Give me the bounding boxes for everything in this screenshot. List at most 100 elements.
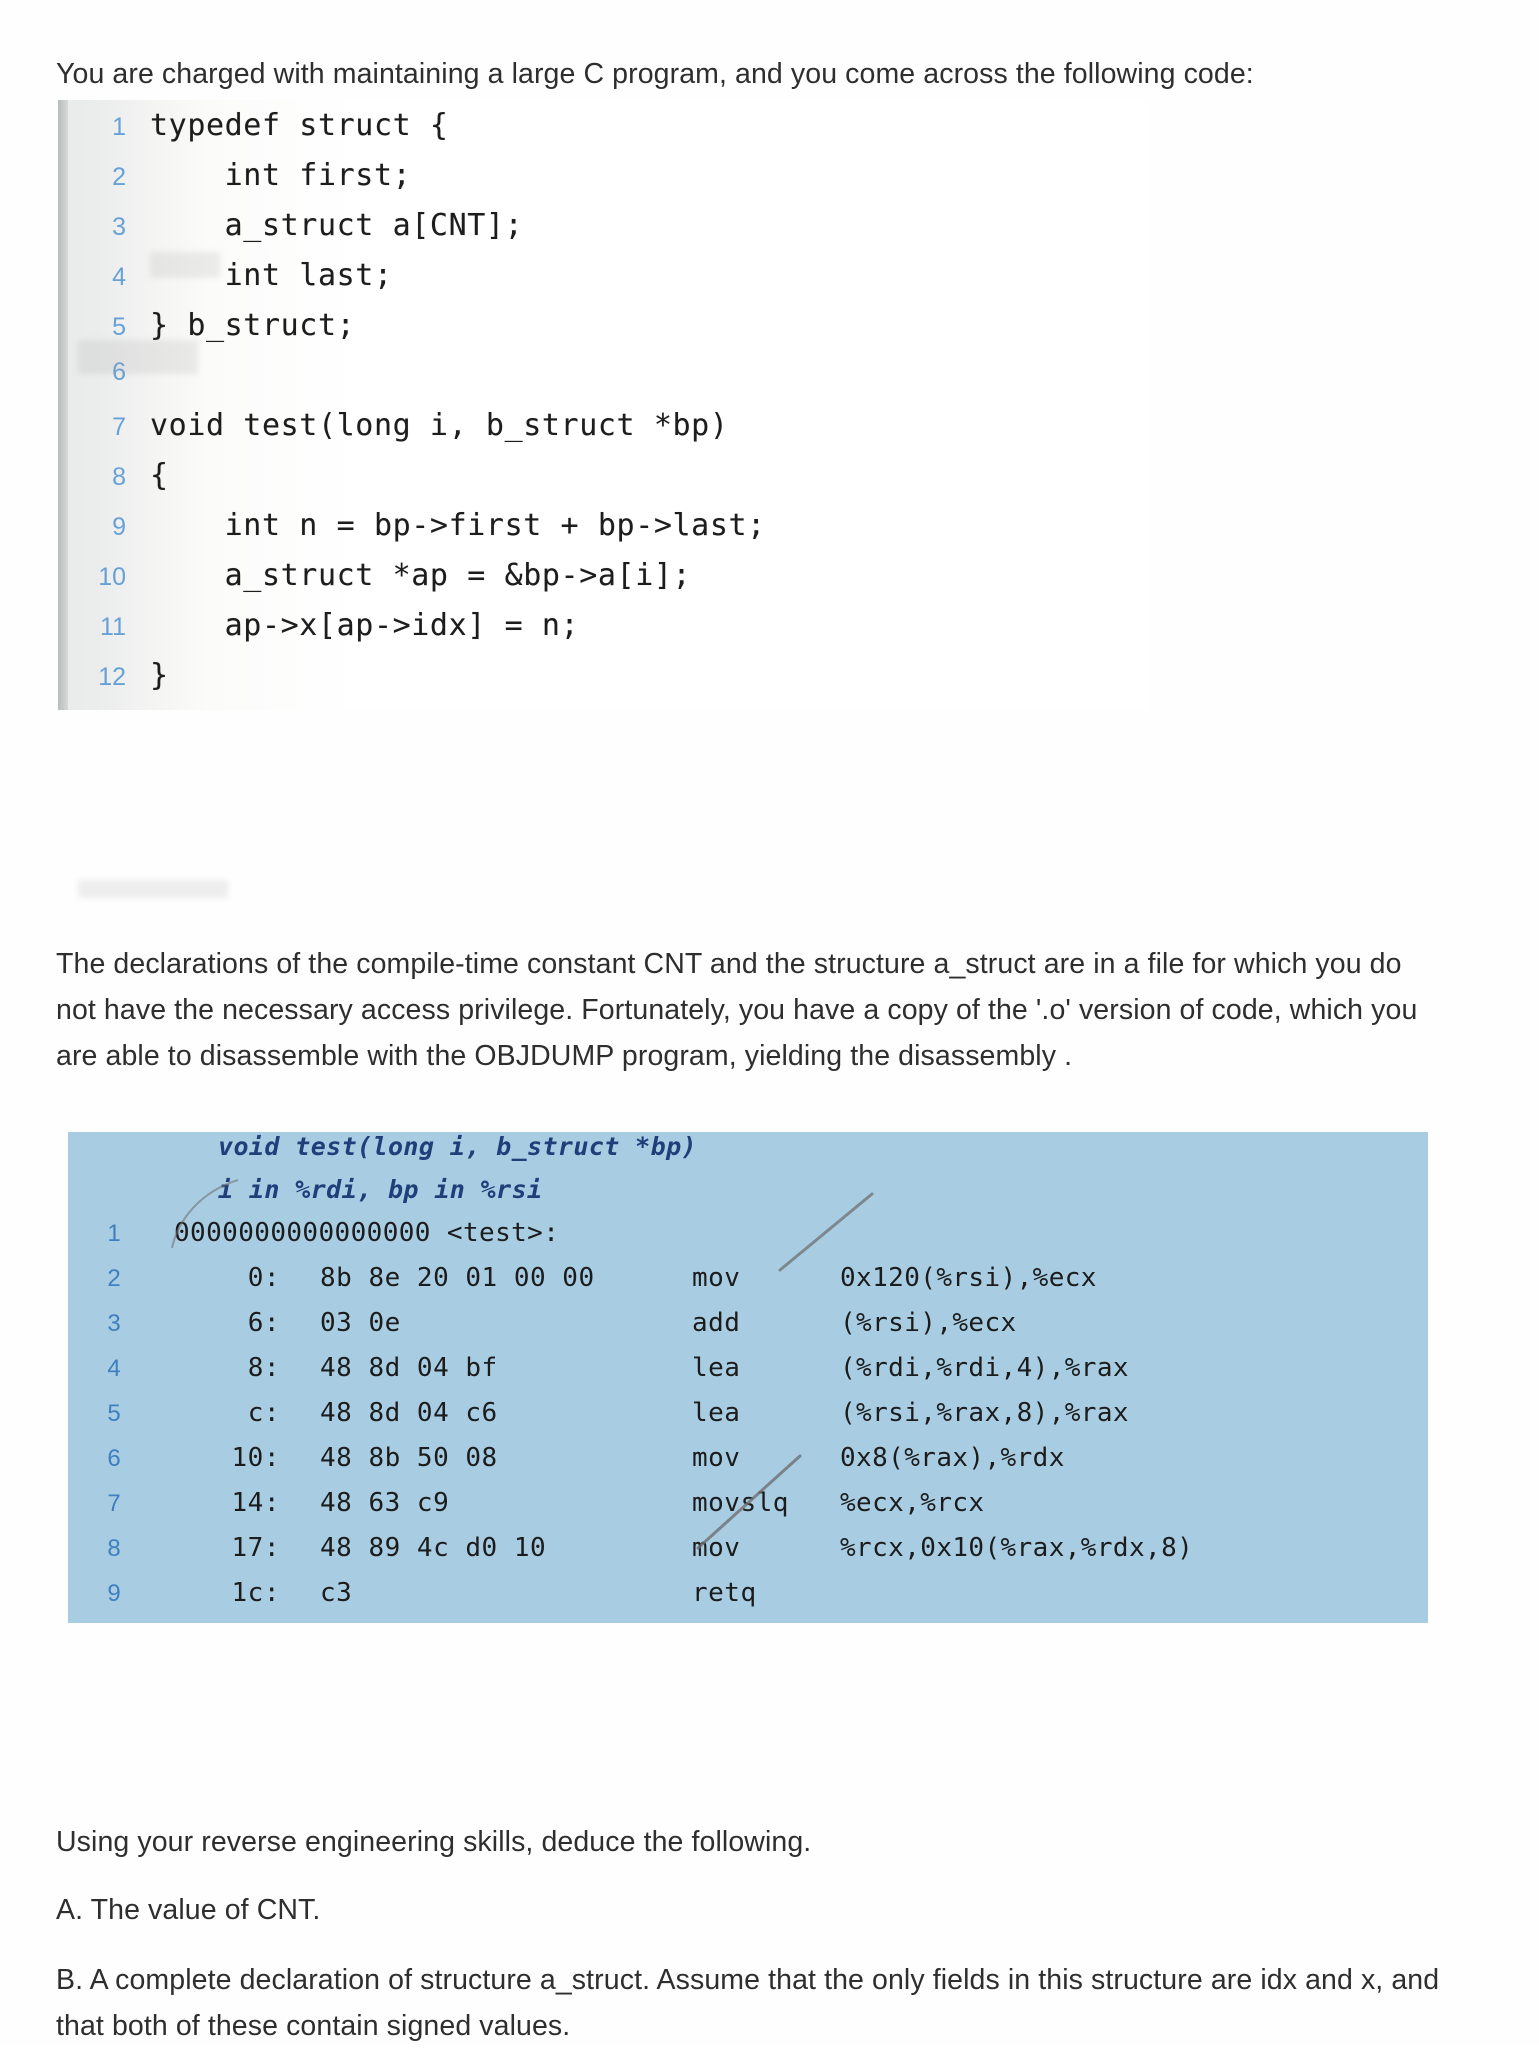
disassembly-instruction-row: 8 17: 48 89 4c d0 10 mov %rcx,0x10(%rax,%rdx… xyxy=(68,1533,1428,1578)
disassembly-header-text: void test(long i, b_struct *bp) xyxy=(218,1132,697,1161)
code-line: 10 a_struct *ap = &bp->a[i]; xyxy=(58,558,1148,608)
disassembly-line-number: 6 xyxy=(107,1445,121,1472)
disassembly-panel: void test(long i, b_struct *bp) i in %rdi… xyxy=(68,1132,1428,1623)
middle-paragraph: The declarations of the compile-time con… xyxy=(56,947,1418,1072)
code-line: 11 ap->x[ap->idx] = n; xyxy=(58,608,1148,658)
code-line: 4 int last; xyxy=(58,258,1148,308)
code-line-number: 11 xyxy=(100,613,126,641)
instruction-address: 6: xyxy=(247,1308,280,1338)
disassembly-line-number: 4 xyxy=(107,1355,121,1382)
code-line-text: typedef struct { xyxy=(150,108,449,143)
instruction-bytes: 8b 8e 20 01 00 00 xyxy=(320,1263,595,1293)
code-line: 5 } b_struct; xyxy=(58,308,1148,358)
instruction-address: 17: xyxy=(231,1533,280,1563)
instruction-mnemonic: mov xyxy=(692,1533,741,1563)
instruction-mnemonic: movslq xyxy=(692,1488,789,1518)
disassembly-header-line: i in %rdi, bp in %rsi xyxy=(68,1175,1428,1218)
disassembly-line-number: 8 xyxy=(107,1535,121,1562)
code-line-number: 4 xyxy=(112,263,126,291)
code-line-text: a_struct *ap = &bp->a[i]; xyxy=(150,558,692,593)
instruction-operands: %ecx,%rcx xyxy=(840,1488,985,1518)
instruction-address: 10: xyxy=(231,1443,280,1473)
disassembly-symbol-line: 1 0000000000000000 <test>: xyxy=(68,1218,1428,1263)
instruction-mnemonic: add xyxy=(692,1308,741,1338)
closing-line: Using your reverse engineering skills, d… xyxy=(56,1825,812,1858)
disassembly-line-number: 1 xyxy=(107,1220,121,1247)
disassembly-rows: void test(long i, b_struct *bp) i in %rdi… xyxy=(68,1132,1428,1623)
instruction-mnemonic: lea xyxy=(692,1398,741,1428)
instruction-bytes: 48 8d 04 c6 xyxy=(320,1398,498,1428)
instruction-mnemonic: mov xyxy=(692,1443,741,1473)
instruction-operands: 0x120(%rsi),%ecx xyxy=(840,1263,1097,1293)
code-line: 9 int n = bp->first + bp->last; xyxy=(58,508,1148,558)
code-line-number: 8 xyxy=(112,463,126,491)
instruction-bytes: 48 8b 50 08 xyxy=(320,1443,498,1473)
code-line: 2 int first; xyxy=(58,158,1148,208)
instruction-operands: 0x8(%rax),%rdx xyxy=(840,1443,1065,1473)
instruction-bytes: 48 63 c9 xyxy=(320,1488,450,1518)
code-line-number: 1 xyxy=(112,113,126,141)
code-line-text: } b_struct; xyxy=(150,308,356,343)
instruction-address: c: xyxy=(247,1398,280,1428)
instruction-mnemonic: lea xyxy=(692,1353,741,1383)
disassembly-instruction-row: 9 1c: c3 retq xyxy=(68,1578,1428,1623)
instruction-address: 0: xyxy=(247,1263,280,1293)
instruction-operands: (%rsi),%ecx xyxy=(840,1308,1017,1338)
instruction-operands: %rcx,0x10(%rax,%rdx,8) xyxy=(840,1533,1194,1563)
disassembly-instruction-row: 6 10: 48 8b 50 08 mov 0x8(%rax),%rdx xyxy=(68,1443,1428,1488)
code-line-text: int last; xyxy=(150,258,393,293)
disassembly-symbol-text: 0000000000000000 <test>: xyxy=(174,1218,560,1248)
code-line-text: int n = bp->first + bp->last; xyxy=(150,508,766,543)
code-line-text: a_struct a[CNT]; xyxy=(150,208,524,243)
code-line-number: 10 xyxy=(98,563,126,591)
instruction-address: 8: xyxy=(247,1353,280,1383)
code-line: 12} xyxy=(58,658,1148,708)
disassembly-instruction-row: 7 14: 48 63 c9 movslq %ecx,%rcx xyxy=(68,1488,1428,1533)
code-line-text: } xyxy=(150,658,169,693)
disassembly-instruction-row: 4 8: 48 8d 04 bf lea (%rdi,%rdi,4),%rax xyxy=(68,1353,1428,1398)
c-code-listing: 1 typedef struct {2 int first; 3 a_struct … xyxy=(58,100,1148,710)
code-line: 6 xyxy=(58,358,1148,408)
code-line-number: 12 xyxy=(98,663,126,691)
code-line: 7 void test(long i, b_struct *bp) xyxy=(58,408,1148,458)
disassembly-line-number: 2 xyxy=(107,1265,121,1292)
instruction-bytes: 03 0e xyxy=(320,1308,401,1338)
code-line-number: 5 xyxy=(112,313,126,341)
instruction-address: 14: xyxy=(231,1488,280,1518)
instruction-bytes: 48 89 4c d0 10 xyxy=(320,1533,547,1563)
code-line: 3 a_struct a[CNT]; xyxy=(58,208,1148,258)
code-line-text: { xyxy=(150,458,169,493)
question-b: B. A complete declaration of structure a… xyxy=(56,1963,1440,2042)
instruction-bytes: c3 xyxy=(320,1578,353,1608)
disassembly-instruction-row: 2 0: 8b 8e 20 01 00 00 mov 0x120(%rsi),%ecx xyxy=(68,1263,1428,1308)
code-line: 8{ xyxy=(58,458,1148,508)
scan-smudge xyxy=(78,880,228,898)
code-line-number: 2 xyxy=(112,163,126,191)
disassembly-line-number: 5 xyxy=(107,1400,121,1427)
instruction-bytes: 48 8d 04 bf xyxy=(320,1353,498,1383)
code-line: 1 typedef struct { xyxy=(58,108,1148,158)
disassembly-instruction-row: 3 6: 03 0e add (%rsi),%ecx xyxy=(68,1308,1428,1353)
intro-paragraph: You are charged with maintaining a large… xyxy=(56,57,1254,90)
disassembly-header-line: void test(long i, b_struct *bp) xyxy=(68,1132,1428,1175)
code-line-number: 3 xyxy=(112,213,126,241)
instruction-operands: (%rsi,%rax,8),%rax xyxy=(840,1398,1129,1428)
code-line-text: void test(long i, b_struct *bp) xyxy=(150,408,729,443)
disassembly-line-number: 7 xyxy=(107,1490,121,1517)
instruction-address: 1c: xyxy=(231,1578,280,1608)
c-code-rows: 1 typedef struct {2 int first; 3 a_struct … xyxy=(58,100,1148,708)
disassembly-line-number: 3 xyxy=(107,1310,121,1337)
instruction-mnemonic: retq xyxy=(692,1578,757,1608)
code-line-text: int first; xyxy=(150,158,412,193)
instruction-operands: (%rdi,%rdi,4),%rax xyxy=(840,1353,1129,1383)
disassembly-header-text: i in %rdi, bp in %rsi xyxy=(218,1175,543,1204)
instruction-mnemonic: mov xyxy=(692,1263,741,1293)
code-line-number: 7 xyxy=(112,413,126,441)
code-line-number: 6 xyxy=(112,358,126,386)
disassembly-line-number: 9 xyxy=(107,1580,121,1607)
code-line-text: ap->x[ap->idx] = n; xyxy=(150,608,580,643)
disassembly-instruction-row: 5 c: 48 8d 04 c6 lea (%rsi,%rax,8),%rax xyxy=(68,1398,1428,1443)
question-a: A. The value of CNT. xyxy=(56,1893,321,1926)
document-page: You are charged with maintaining a large… xyxy=(0,0,1539,2046)
code-line-number: 9 xyxy=(112,513,126,541)
